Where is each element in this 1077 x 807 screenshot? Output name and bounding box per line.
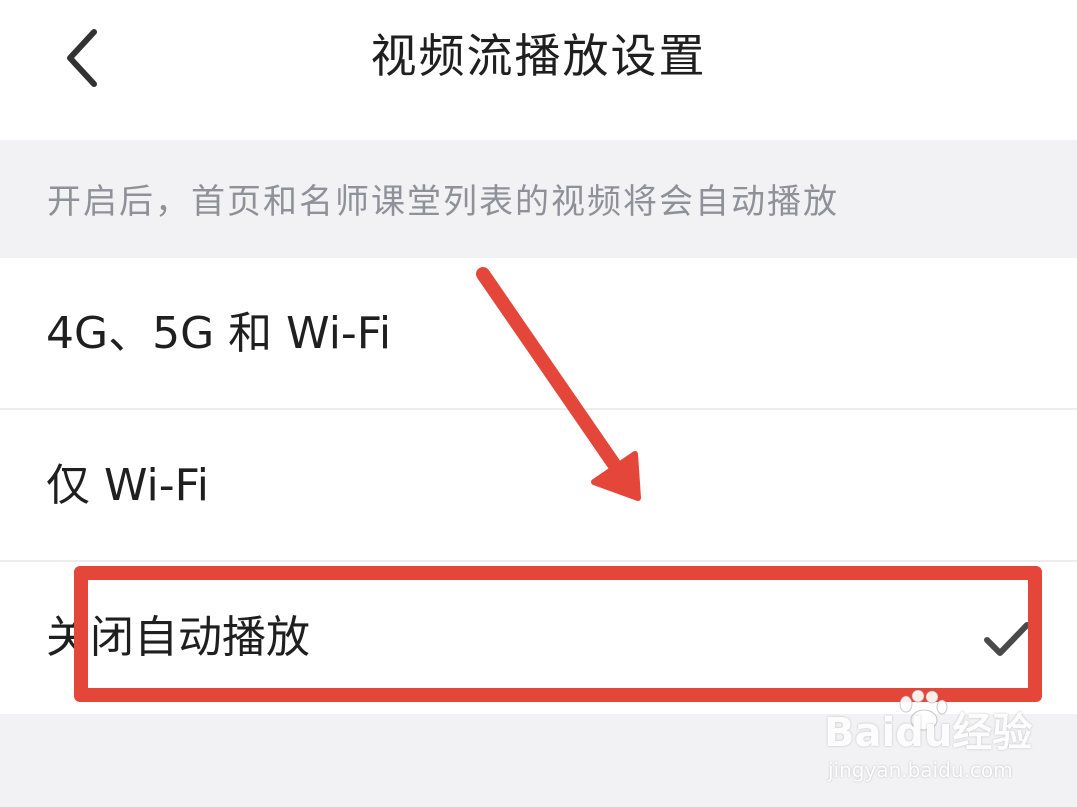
option-label: 仅 Wi-Fi bbox=[46, 460, 209, 511]
checkmark-icon bbox=[984, 622, 1030, 656]
page-title: 视频流播放设置 bbox=[370, 29, 707, 83]
screen: 视频流播放设置 开启后，首页和名师课堂列表的视频将会自动播放 4G、5G 和 W… bbox=[0, 0, 1077, 807]
footer-background bbox=[0, 714, 1077, 807]
option-label: 4G、5G 和 Wi-Fi bbox=[46, 308, 392, 359]
option-label: 关闭自动播放 bbox=[46, 612, 310, 663]
option-disable-autoplay[interactable]: 关闭自动播放 bbox=[0, 562, 1077, 714]
playback-options-list: 4G、5G 和 Wi-Fi 仅 Wi-Fi 关闭自动播放 bbox=[0, 258, 1077, 714]
option-4g-5g-wifi[interactable]: 4G、5G 和 Wi-Fi bbox=[0, 258, 1077, 410]
hint-section: 开启后，首页和名师课堂列表的视频将会自动播放 bbox=[0, 140, 1077, 258]
hint-text: 开启后，首页和名师课堂列表的视频将会自动播放 bbox=[47, 182, 839, 222]
option-wifi-only[interactable]: 仅 Wi-Fi bbox=[0, 410, 1077, 562]
navigation-bar: 视频流播放设置 bbox=[0, 0, 1077, 140]
